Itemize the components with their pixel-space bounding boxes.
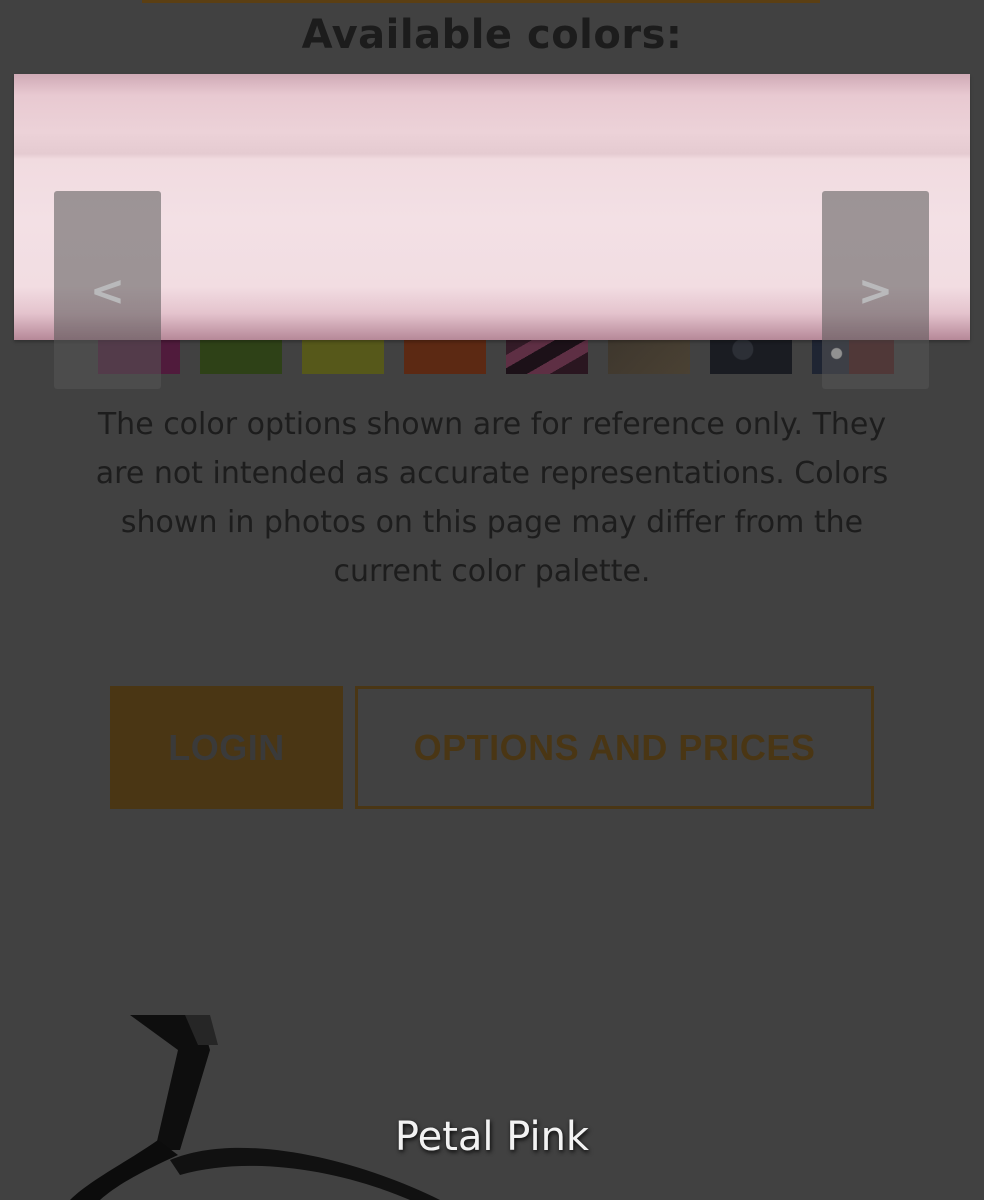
product-color-caption: Petal Pink [394,1114,590,1160]
carousel-prev-button[interactable]: < [54,191,161,389]
stethoscope-image [70,1015,440,1200]
carousel-next-button[interactable]: > [822,191,929,389]
chevron-right-icon: > [857,265,894,315]
available-colors-heading: Available colors: [301,12,683,58]
options-and-prices-button[interactable]: OPTIONS AND PRICES [355,686,874,809]
chevron-left-icon: < [89,265,126,315]
top-divider [142,0,820,3]
login-button[interactable]: LOGIN [110,686,343,809]
color-disclaimer: The color options shown are for referenc… [95,407,889,589]
